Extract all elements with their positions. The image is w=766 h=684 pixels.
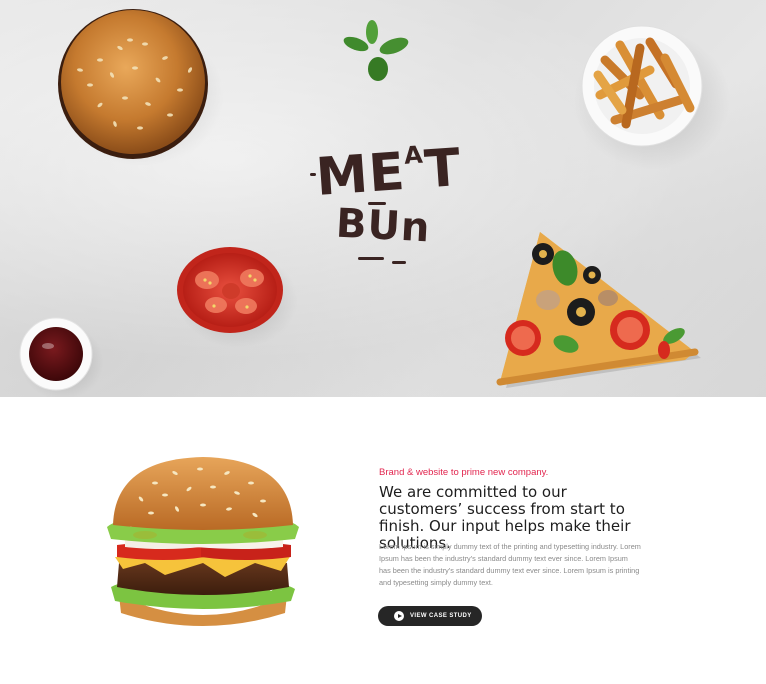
tagline: Brand & website to prime new company. bbox=[379, 467, 549, 478]
logo-dash bbox=[392, 261, 406, 264]
logo-text-a: A bbox=[403, 140, 425, 170]
view-case-study-label: VIEW CASE STUDY bbox=[410, 613, 472, 619]
basil-leaves-image bbox=[343, 20, 409, 81]
logo-line-2: BUn bbox=[334, 200, 432, 252]
burger-image bbox=[107, 457, 299, 626]
play-icon bbox=[394, 611, 404, 621]
view-case-study-button[interactable]: VIEW CASE STUDY bbox=[378, 606, 482, 626]
fries-bowl-image bbox=[574, 25, 730, 170]
pizza-slice-image bbox=[496, 232, 701, 388]
meat-bun-logo: MEAT BUn bbox=[310, 138, 463, 273]
logo-dash bbox=[310, 173, 316, 176]
logo-dash bbox=[358, 257, 384, 260]
logo-text-me: ME bbox=[314, 141, 408, 208]
bun-top-image bbox=[58, 9, 224, 166]
logo-text-t: T bbox=[422, 138, 464, 201]
tomato-half-image bbox=[177, 247, 298, 348]
hero-section: MEAT BUn bbox=[0, 0, 766, 397]
logo-dash bbox=[368, 202, 386, 205]
logo-line-1: MEAT bbox=[314, 138, 463, 208]
body-paragraph: Lorem Ipsum is simply dummy text of the … bbox=[379, 542, 641, 587]
feature-section: Brand & website to prime new company. We… bbox=[0, 397, 766, 684]
ketchup-bowl-image bbox=[19, 317, 104, 397]
